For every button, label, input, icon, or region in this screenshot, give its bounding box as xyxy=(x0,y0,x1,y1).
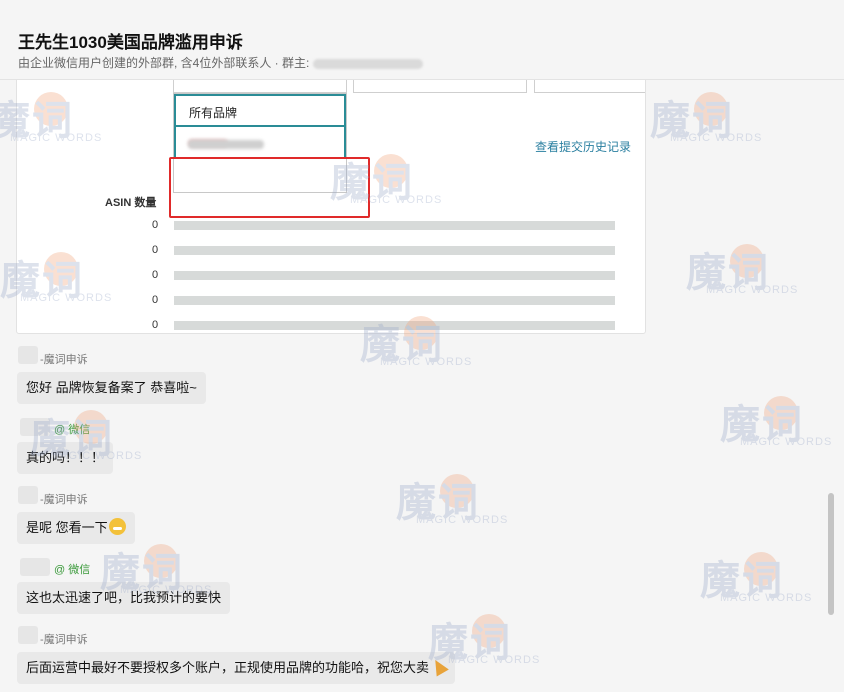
watermark-sub: MAGIC WORDS xyxy=(706,284,799,296)
watermark-sub: MAGIC WORDS xyxy=(720,592,813,604)
watermark-main: 魔词 xyxy=(650,99,734,143)
chat-title: 王先生1030美国品牌滥用申诉 xyxy=(18,33,243,52)
watermark-sub: MAGIC WORDS xyxy=(670,132,763,144)
chat-header: 王先生1030美国品牌滥用申诉 由企业微信用户创建的外部群, 含4位外部联系人 … xyxy=(0,0,844,80)
message-bubble[interactable]: 真的吗！！！ xyxy=(17,442,114,474)
watermark-main: 魔词 xyxy=(700,559,784,603)
watermark-sub: MAGIC WORDS xyxy=(380,356,473,368)
owner-name-redacted xyxy=(312,58,423,69)
zero-value: 0 xyxy=(152,319,159,331)
zero-value: 0 xyxy=(152,219,159,231)
watermark: 魔词 MAGIC WORDS xyxy=(650,88,790,152)
watermark-main: 魔词 xyxy=(396,481,480,525)
watermark: 魔词 MAGIC WORDS xyxy=(720,392,844,456)
message-bubble[interactable]: 后面运营中最好不要授权多个账户，正规使用品牌的功能哈，祝您大卖 xyxy=(17,652,456,684)
watermark-main: 魔词 xyxy=(720,403,804,447)
message-text: 后面运营中最好不要授权多个账户，正规使用品牌的功能哈，祝您大卖 xyxy=(26,660,430,675)
message-text: 是呢 您看一下 xyxy=(26,520,108,535)
gray-bar xyxy=(174,246,615,255)
dropdown-item-all-brands: 所有品牌 xyxy=(174,94,346,127)
highlight-box xyxy=(169,157,370,218)
history-link: 查看提交历史记录 xyxy=(535,140,632,154)
message-bubble[interactable]: 是呢 您看一下 xyxy=(17,512,135,544)
party-popper-icon xyxy=(429,656,449,677)
gray-bar xyxy=(174,296,615,305)
watermark-main: 魔词 xyxy=(686,251,770,295)
zero-value: 0 xyxy=(152,269,159,281)
grin-emoji-icon xyxy=(108,518,126,535)
chat-subtitle: 由企业微信用户创建的外部群, 含4位外部联系人 · 群主: xyxy=(18,54,423,71)
gray-bar xyxy=(174,221,615,230)
watermark-sub: MAGIC WORDS xyxy=(740,436,833,448)
sender-name: -魔词申诉 xyxy=(40,494,88,506)
sender-name: -魔词申诉 xyxy=(40,354,88,366)
avatar[interactable] xyxy=(18,626,38,644)
zero-value: 0 xyxy=(152,294,159,306)
watermark: 魔词 MAGIC WORDS xyxy=(700,548,840,612)
sender-name: @ 微信 xyxy=(54,424,91,436)
sender-name: -魔词申诉 xyxy=(40,634,88,646)
avatar[interactable] xyxy=(20,558,50,576)
sender-name: @ 微信 xyxy=(54,564,91,576)
watermark: 魔词 MAGIC WORDS xyxy=(396,470,536,534)
scrollbar[interactable] xyxy=(828,493,834,615)
avatar[interactable] xyxy=(20,418,50,436)
message-bubble[interactable]: 您好 品牌恢复备案了 恭喜啦~ xyxy=(17,372,206,404)
watermark-sub: MAGIC WORDS xyxy=(448,654,541,666)
shared-screenshot[interactable]: 所有品牌 查看提交历史记录 ASIN 数量 0 0 0 0 0 xyxy=(16,60,646,334)
message-bubble[interactable]: 这也太迅速了吧，比我预计的要快 xyxy=(17,582,231,614)
gray-bar xyxy=(174,321,615,330)
watermark: 魔词 MAGIC WORDS xyxy=(686,240,826,304)
chat-subtitle-text: 由企业微信用户创建的外部群, 含4位外部联系人 · 群主: xyxy=(18,56,310,70)
avatar[interactable] xyxy=(18,346,38,364)
zero-value: 0 xyxy=(152,244,159,256)
gray-bar xyxy=(174,271,615,280)
asin-count-label: ASIN 数量 xyxy=(105,197,157,209)
avatar[interactable] xyxy=(18,486,38,504)
watermark-sub: MAGIC WORDS xyxy=(416,514,509,526)
